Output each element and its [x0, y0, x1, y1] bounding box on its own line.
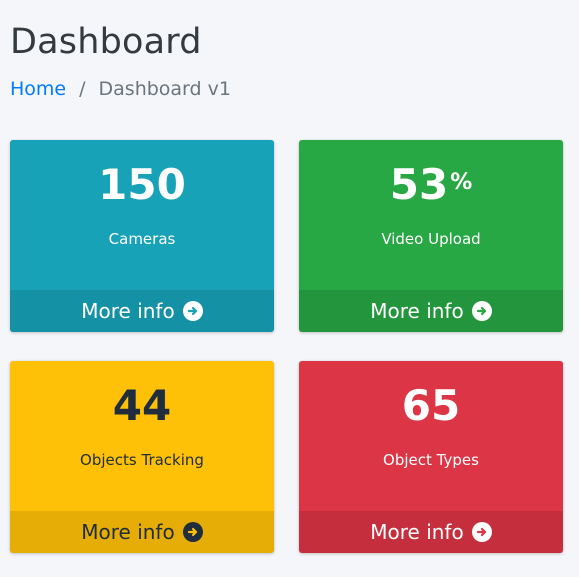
more-info-link[interactable]: More info: [10, 511, 274, 553]
page-title: Dashboard: [10, 22, 202, 62]
stat-value: 44: [10, 381, 274, 431]
breadcrumb-current: Dashboard v1: [98, 78, 231, 100]
stat-suffix: %: [450, 170, 473, 195]
arrow-circle-right-icon: [471, 522, 492, 542]
stat-number: 150: [98, 160, 186, 209]
stat-label: Video Upload: [381, 230, 481, 248]
more-info-label: More info: [81, 299, 175, 323]
stat-label: Object Types: [383, 451, 479, 469]
arrow-circle-right-icon: [182, 301, 203, 321]
small-box-video-upload: 53% Video Upload More info: [299, 140, 563, 332]
stat-number: 53: [389, 160, 449, 209]
arrow-circle-right-icon: [471, 301, 492, 321]
arrow-circle-right-icon: [182, 522, 203, 542]
breadcrumb: Home / Dashboard v1: [10, 78, 231, 100]
stat-number: 65: [401, 381, 461, 430]
small-box-cameras: 150 Cameras More info: [10, 140, 274, 332]
stat-label: Cameras: [108, 230, 176, 248]
stat-number: 44: [112, 381, 172, 430]
small-box-objects-tracking: 44 Objects Tracking More info: [10, 361, 274, 553]
breadcrumb-home-link[interactable]: Home: [10, 78, 66, 100]
more-info-link[interactable]: More info: [10, 290, 274, 332]
stat-value: 65: [299, 381, 563, 431]
breadcrumb-separator: /: [79, 78, 86, 100]
more-info-label: More info: [370, 299, 464, 323]
more-info-label: More info: [81, 520, 175, 544]
small-box-object-types: 65 Object Types More info: [299, 361, 563, 553]
stat-value: 53%: [299, 160, 563, 210]
stat-label: Objects Tracking: [80, 451, 204, 469]
more-info-link[interactable]: More info: [299, 511, 563, 553]
stat-value: 150: [10, 160, 274, 210]
more-info-link[interactable]: More info: [299, 290, 563, 332]
more-info-label: More info: [370, 520, 464, 544]
